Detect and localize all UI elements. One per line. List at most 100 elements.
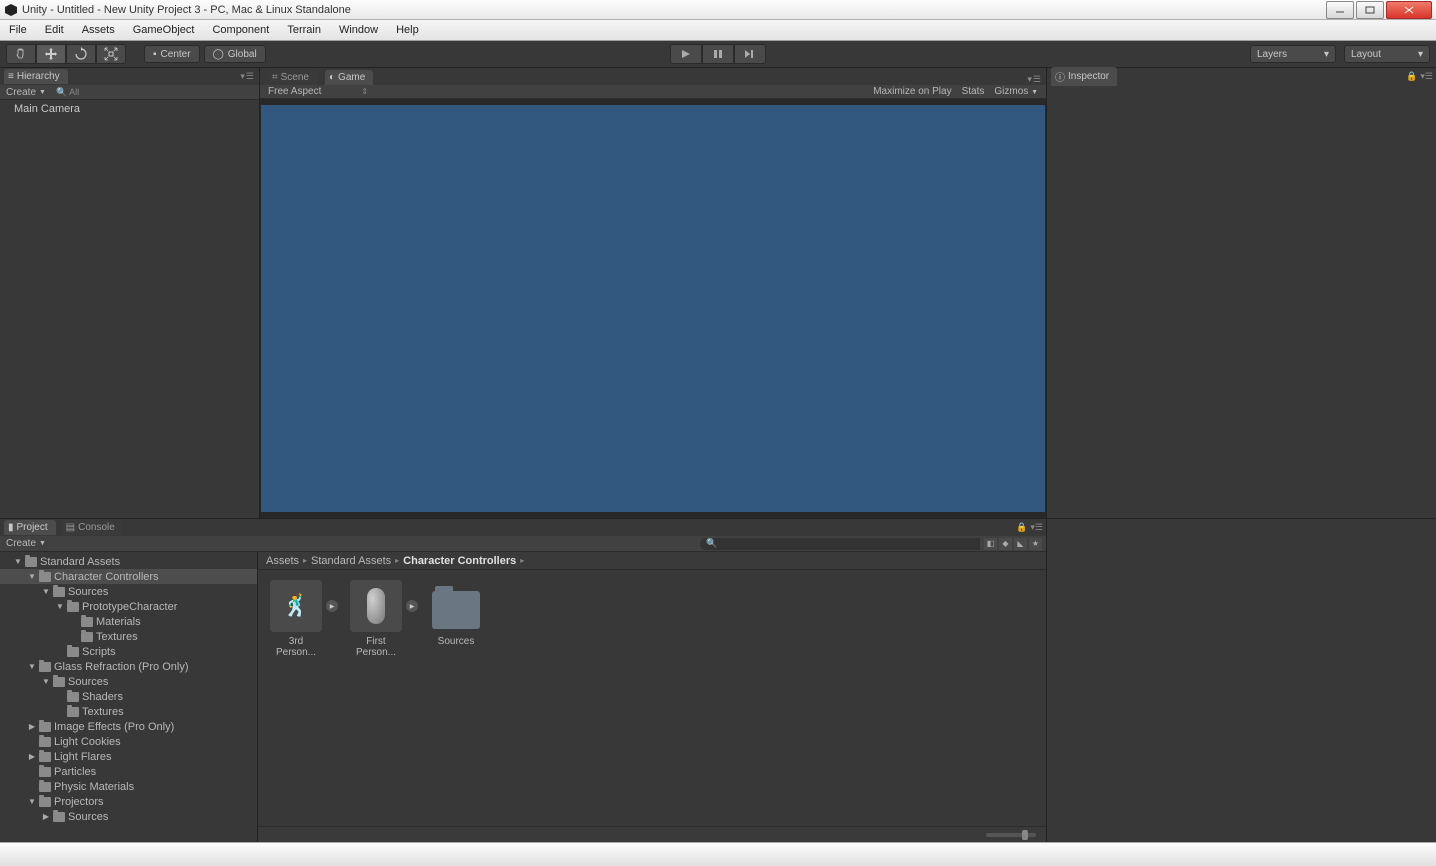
hierarchy-item[interactable]: Main Camera: [0, 102, 259, 116]
filter-label-icon[interactable]: ◆: [999, 538, 1012, 550]
pause-button[interactable]: [702, 44, 734, 64]
menu-terrain[interactable]: Terrain: [278, 20, 330, 41]
console-tab[interactable]: ▤Console: [62, 520, 123, 535]
asset-item[interactable]: ▶First Person...: [348, 580, 404, 658]
asset-play-icon[interactable]: ▶: [326, 600, 338, 612]
arrow-down-icon[interactable]: ▼: [28, 662, 36, 671]
filter-label2-icon[interactable]: ◣: [1014, 538, 1027, 550]
os-taskbar: [0, 842, 1436, 866]
folder-icon: [39, 797, 51, 807]
panel-options-icon[interactable]: ▾☰: [1027, 74, 1042, 85]
breadcrumb-item[interactable]: Assets: [266, 555, 299, 567]
maximize-on-play-toggle[interactable]: Maximize on Play: [873, 86, 951, 97]
panel-options-icon[interactable]: ▾☰: [1030, 522, 1043, 533]
close-button[interactable]: [1386, 1, 1432, 19]
asset-item[interactable]: Sources: [428, 580, 484, 647]
filter-type-icon[interactable]: ◧: [984, 538, 997, 550]
console-icon: ▤: [66, 522, 75, 533]
pivot-mode-button[interactable]: ▪ Center: [144, 45, 200, 63]
scale-tool[interactable]: [96, 44, 126, 64]
menu-file[interactable]: File: [0, 20, 36, 41]
arrow-down-icon[interactable]: ▼: [14, 557, 22, 566]
tree-item[interactable]: Physic Materials: [0, 779, 257, 794]
tree-item[interactable]: ▼Character Controllers: [0, 569, 257, 584]
arrow-down-icon[interactable]: ▼: [42, 677, 50, 686]
arrow-down-icon[interactable]: ▼: [56, 602, 64, 611]
tree-item-label: Light Cookies: [54, 736, 121, 748]
breadcrumb-item[interactable]: Standard Assets: [311, 555, 391, 567]
panel-options-icon[interactable]: ▾☰: [240, 71, 255, 82]
scene-tab[interactable]: ⌗Scene: [268, 70, 317, 85]
chevron-down-icon: ▼: [1031, 89, 1038, 96]
menu-component[interactable]: Component: [203, 20, 278, 41]
tree-item[interactable]: Materials: [0, 614, 257, 629]
tree-item[interactable]: ▼Standard Assets: [0, 554, 257, 569]
tree-item[interactable]: Particles: [0, 764, 257, 779]
hierarchy-create-button[interactable]: Create ▼: [0, 87, 52, 98]
playback-controls: [670, 44, 766, 64]
arrow-down-icon[interactable]: ▼: [28, 572, 36, 581]
hand-tool[interactable]: [6, 44, 36, 64]
arrow-right-icon[interactable]: ▶: [42, 812, 50, 821]
game-tab[interactable]: ◐Game: [325, 70, 373, 85]
thumbnail-size-slider[interactable]: [986, 833, 1036, 837]
asset-play-icon[interactable]: ▶: [406, 600, 418, 612]
menu-gameobject[interactable]: GameObject: [124, 20, 204, 41]
panel-options-icon[interactable]: ▾☰: [1420, 71, 1433, 82]
tree-item[interactable]: Shaders: [0, 689, 257, 704]
search-icon: 🔍: [56, 87, 67, 98]
tree-item[interactable]: Textures: [0, 704, 257, 719]
move-tool[interactable]: [36, 44, 66, 64]
menu-assets[interactable]: Assets: [73, 20, 124, 41]
step-button[interactable]: [734, 44, 766, 64]
maximize-button[interactable]: [1356, 1, 1384, 19]
tree-item[interactable]: Textures: [0, 629, 257, 644]
menu-edit[interactable]: Edit: [36, 20, 73, 41]
tree-item[interactable]: ▶Light Flares: [0, 749, 257, 764]
play-button[interactable]: [670, 44, 702, 64]
stats-toggle[interactable]: Stats: [962, 86, 985, 97]
tree-item[interactable]: ▼ Sources: [0, 674, 257, 689]
project-tab[interactable]: ▮Project: [4, 520, 56, 535]
tree-item[interactable]: Light Cookies: [0, 734, 257, 749]
gizmos-toggle[interactable]: Gizmos ▼: [994, 86, 1038, 97]
arrow-right-icon[interactable]: ▶: [28, 752, 36, 761]
inspector-tab[interactable]: ⓘ Inspector: [1051, 67, 1117, 86]
game-view: [260, 99, 1046, 518]
breadcrumb-current[interactable]: Character Controllers: [403, 555, 516, 567]
rotate-tool[interactable]: [66, 44, 96, 64]
folder-icon: [39, 782, 51, 792]
hierarchy-search[interactable]: 🔍All: [56, 87, 255, 98]
arrow-down-icon[interactable]: ▼: [28, 797, 36, 806]
save-search-icon[interactable]: ★: [1029, 538, 1042, 550]
tree-item-label: Image Effects (Pro Only): [54, 721, 174, 733]
tree-item[interactable]: ▶ Image Effects (Pro Only): [0, 719, 257, 734]
arrow-down-icon[interactable]: ▼: [42, 587, 50, 596]
project-search[interactable]: 🔍: [700, 538, 980, 550]
tree-item[interactable]: ▼Glass Refraction (Pro Only): [0, 659, 257, 674]
tree-item-label: Sources: [68, 676, 108, 688]
handle-rotation-button[interactable]: ◯ Global: [204, 45, 266, 63]
menu-window[interactable]: Window: [330, 20, 387, 41]
asset-item[interactable]: 🕺▶3rd Person...: [268, 580, 324, 658]
game-canvas[interactable]: [261, 105, 1045, 512]
layers-dropdown[interactable]: Layers▾: [1250, 45, 1336, 63]
tree-item[interactable]: ▼Projectors: [0, 794, 257, 809]
tree-item[interactable]: ▶Sources: [0, 809, 257, 824]
tree-item[interactable]: ▼Sources: [0, 584, 257, 599]
tree-item[interactable]: Scripts: [0, 644, 257, 659]
asset-label: First Person...: [348, 636, 404, 658]
lock-icon[interactable]: 🔒: [1016, 522, 1027, 533]
layout-dropdown[interactable]: Layout▾: [1344, 45, 1430, 63]
tree-item-label: Scripts: [82, 646, 116, 658]
menu-help[interactable]: Help: [387, 20, 428, 41]
hierarchy-icon: ≡: [8, 71, 14, 82]
hierarchy-tab[interactable]: ≡ Hierarchy: [4, 69, 68, 84]
aspect-dropdown[interactable]: Free Aspect⇕: [268, 86, 368, 97]
resize-icon: ⇕: [361, 87, 368, 96]
minimize-button[interactable]: [1326, 1, 1354, 19]
arrow-right-icon[interactable]: ▶: [28, 722, 36, 731]
tree-item[interactable]: ▼PrototypeCharacter: [0, 599, 257, 614]
project-create-button[interactable]: Create ▼: [0, 538, 52, 549]
lock-icon[interactable]: 🔒: [1406, 71, 1417, 82]
